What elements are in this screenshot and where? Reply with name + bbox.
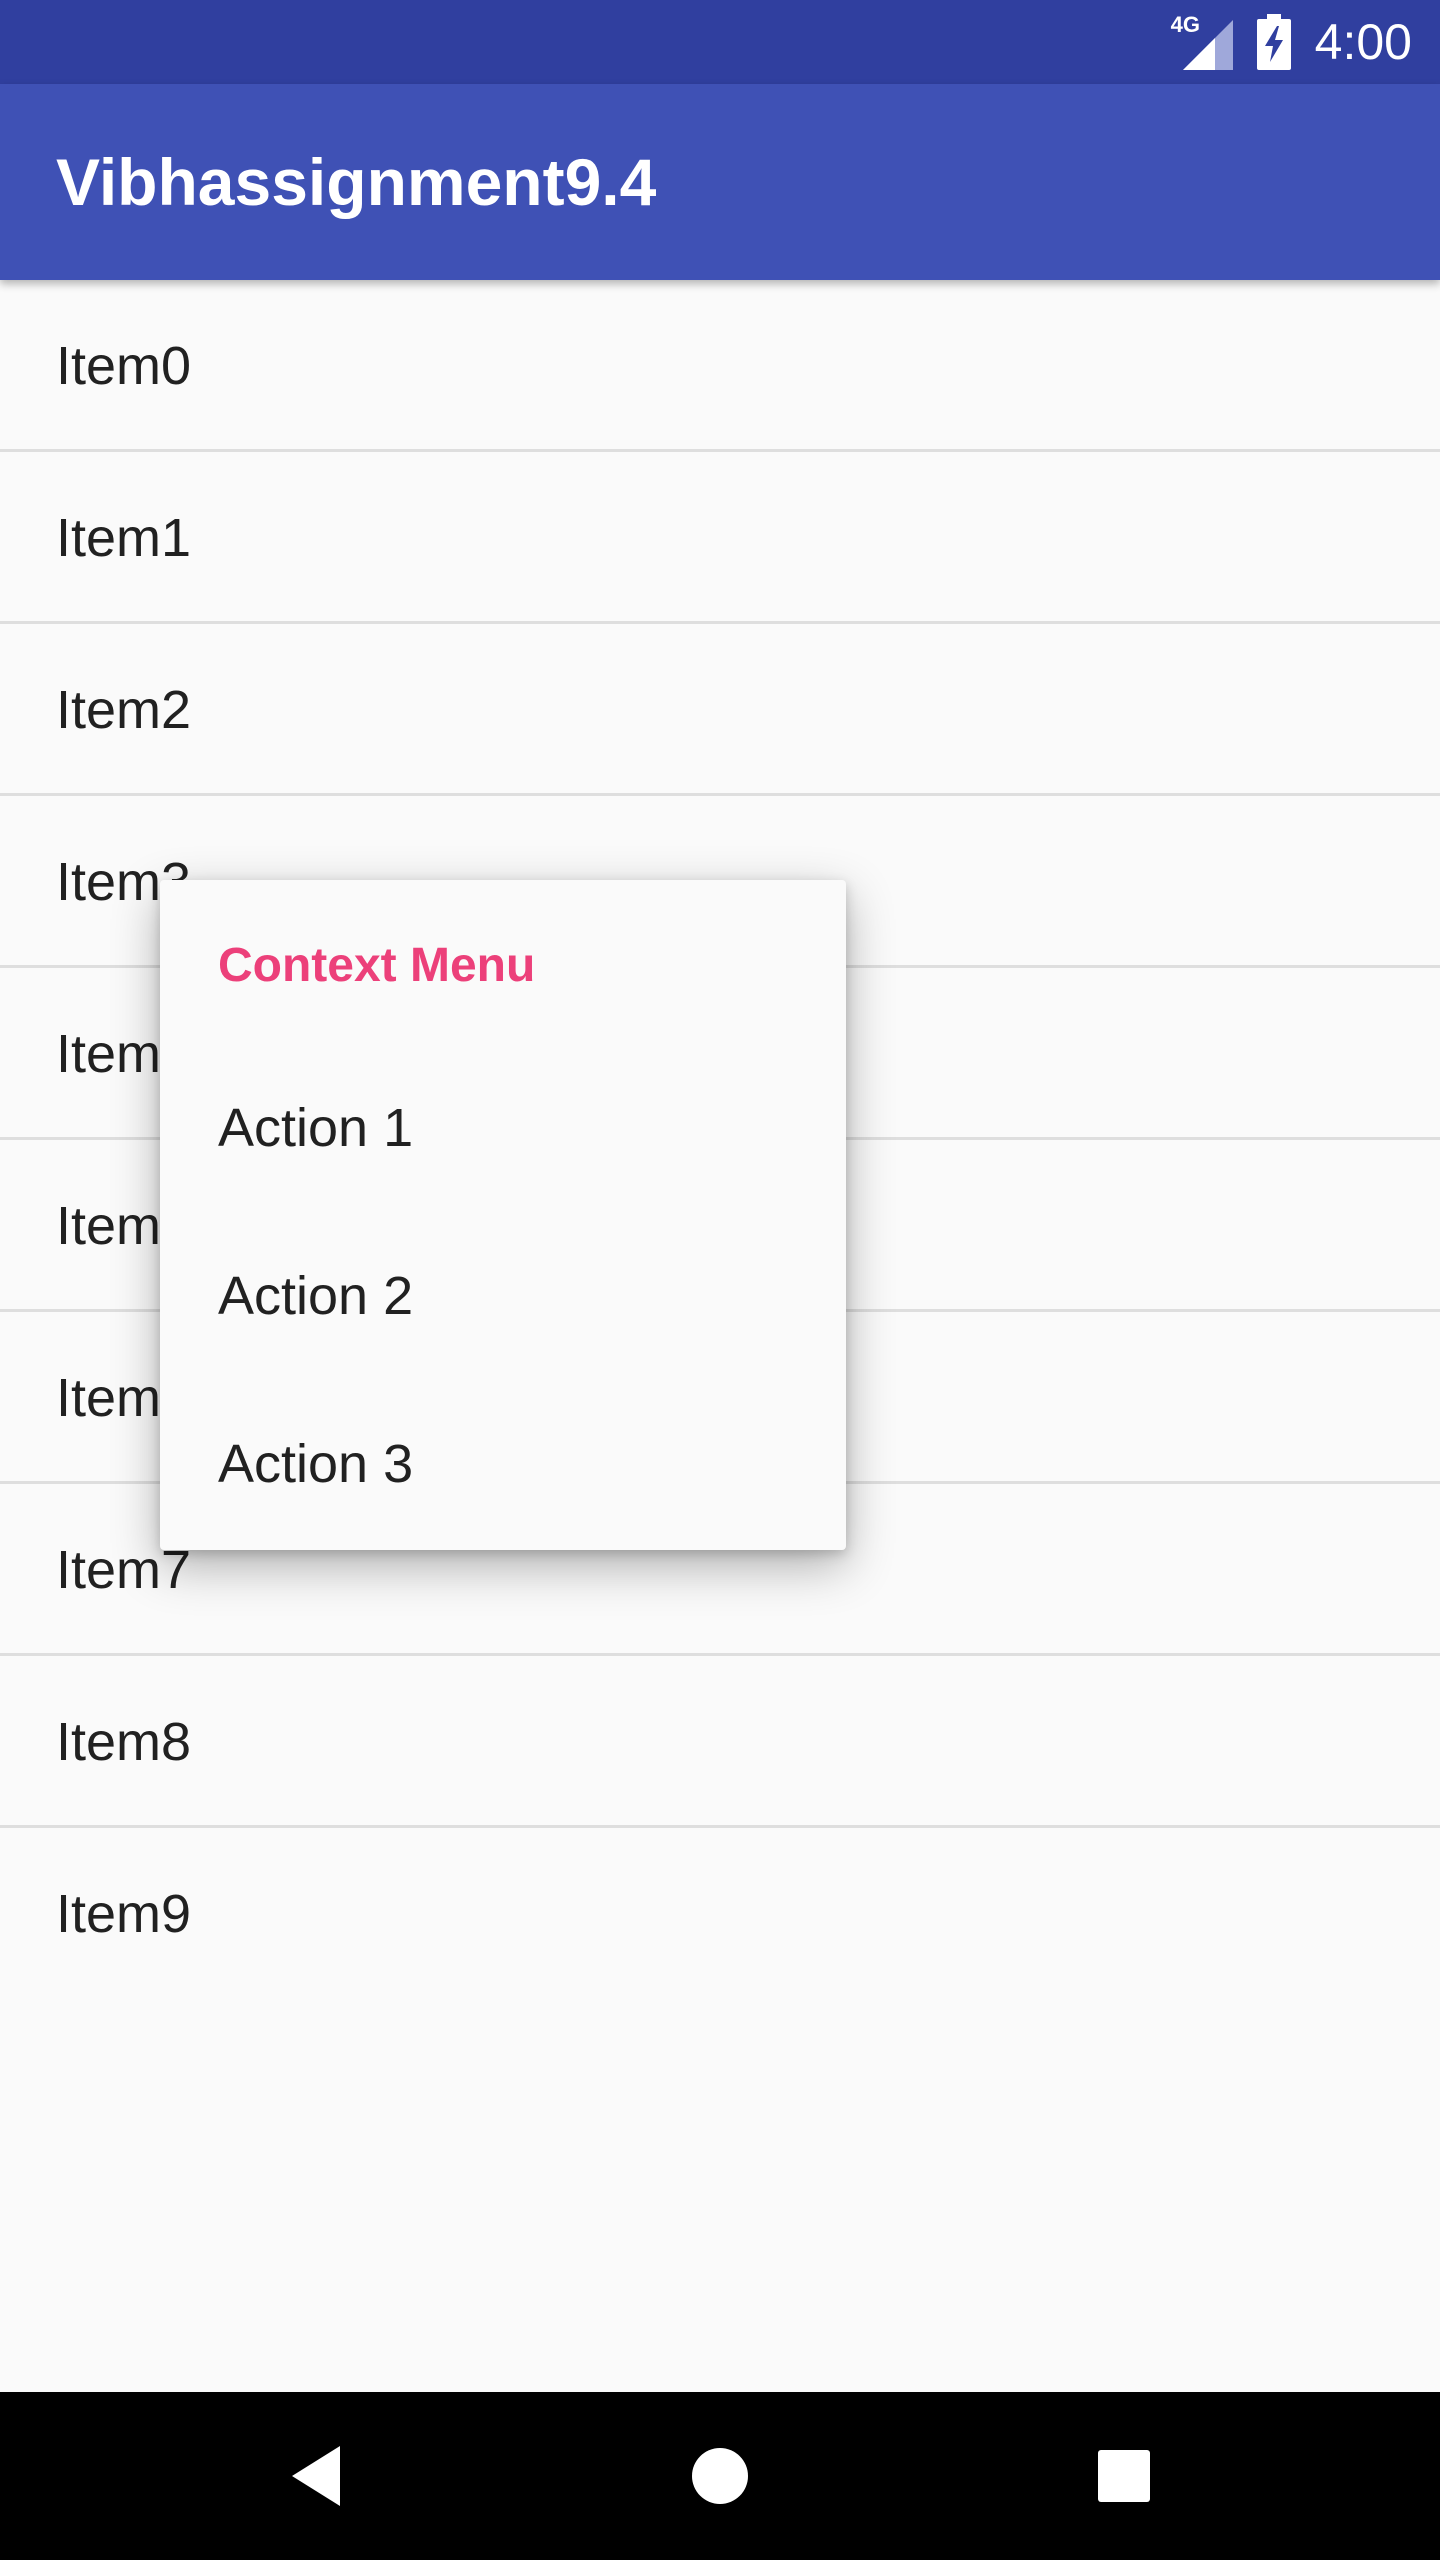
list-item-label: Item8 [56,1712,192,1772]
list-item[interactable]: Item0 [0,280,1440,452]
network-indicator: 4G [1171,14,1233,70]
signal-icon [1182,20,1233,70]
back-button[interactable] [232,2392,400,2560]
list-item[interactable]: Item1 [0,452,1440,624]
status-bar: 4G 4:00 [0,0,1440,84]
status-time: 4:00 [1314,14,1412,70]
list-item[interactable]: Item9 [0,1828,1440,2000]
home-button[interactable] [636,2392,804,2560]
list-item[interactable]: Item8 [0,1656,1440,1828]
list-item[interactable]: Item2 [0,624,1440,796]
app-bar: Vibhassignment9.4 [0,84,1440,280]
context-action-label: Action 2 [218,1266,414,1326]
home-icon [692,2448,748,2504]
list-item-label: Item9 [56,1884,192,1944]
navigation-bar [0,2392,1440,2560]
list-item-label: Item1 [56,508,192,568]
context-action-3[interactable]: Action 3 [160,1380,846,1548]
context-action-label: Action 1 [218,1098,414,1158]
context-menu: Context Menu Action 1 Action 2 Action 3 [160,880,846,1550]
context-action-1[interactable]: Action 1 [160,1044,846,1212]
context-action-label: Action 3 [218,1434,414,1494]
list-item-label: Item0 [56,336,192,396]
recents-button[interactable] [1040,2392,1208,2560]
back-icon [292,2446,340,2506]
recents-icon [1098,2450,1150,2502]
context-menu-title: Context Menu [218,939,536,992]
battery-charging-icon [1256,14,1291,70]
status-icons: 4G 4:00 [1171,0,1412,84]
app-title: Vibhassignment9.4 [56,145,657,219]
context-action-2[interactable]: Action 2 [160,1212,846,1380]
list-item-label: Item2 [56,680,192,740]
